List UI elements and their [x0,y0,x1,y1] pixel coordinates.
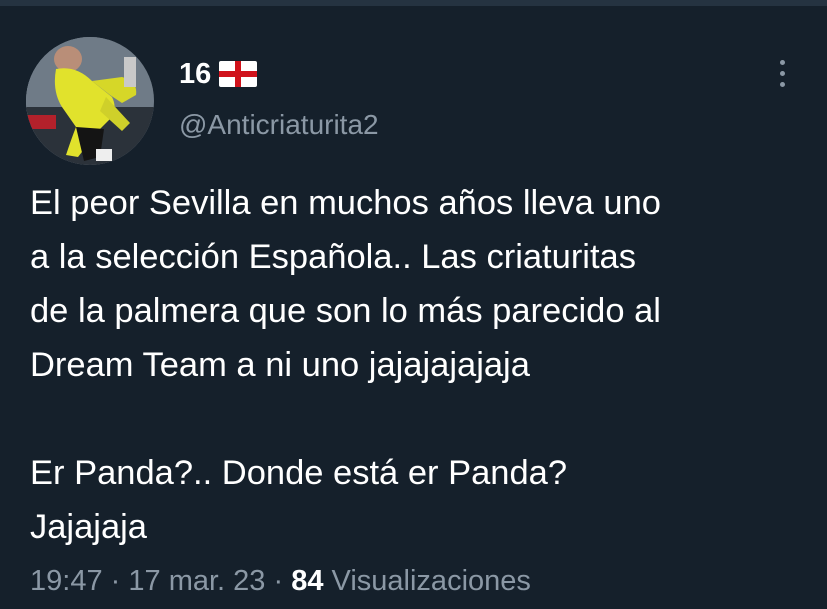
meta-separator: · [110,565,121,597]
display-name-text: 16 [179,58,212,90]
tweet-time[interactable]: 19:47 [30,565,103,597]
tweet-line: Dream Team a ni uno jajajajajaja [30,346,530,384]
tweet-line: El peor Sevilla en muchos años lleva uno [30,184,661,222]
england-flag-icon [219,61,258,87]
more-vertical-icon[interactable] [768,55,796,91]
tweet-date[interactable]: 17 mar. 23 [128,565,265,597]
meta-separator: · [273,565,284,597]
tweet-line: Jajajaja [30,508,147,546]
avatar[interactable] [26,37,154,165]
tweet-line: a la selección Española.. Las criaturita… [30,238,636,276]
avatar-image [26,37,154,165]
tweet-meta: 19:47 · 17 mar. 23 · 84 Visualizaciones [30,561,531,601]
top-divider [0,0,827,6]
author-display-name[interactable]: 16 [179,57,258,91]
tweet-line: Er Panda?.. Donde está er Panda? [30,454,568,492]
tweet-text: El peor Sevilla en muchos años lleva uno… [30,176,810,554]
views-label: Visualizaciones [331,565,531,597]
author-handle[interactable]: @Anticriaturita2 [179,108,379,142]
views-count: 84 [291,565,324,597]
tweet-line: de la palmera que son lo más parecido al [30,292,661,330]
